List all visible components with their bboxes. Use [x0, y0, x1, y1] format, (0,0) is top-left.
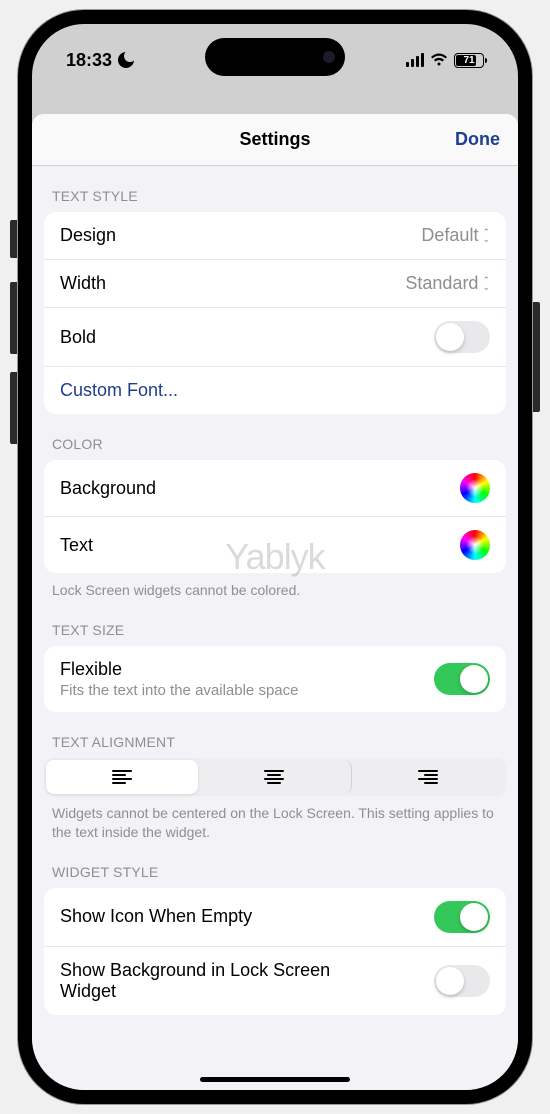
settings-sheet: Settings Done TEXT STYLE Design Default⌃…	[32, 114, 518, 1090]
design-label: Design	[60, 225, 116, 246]
row-flexible: Flexible Fits the text into the availabl…	[44, 646, 506, 712]
flexible-sublabel: Fits the text into the available space	[60, 682, 434, 699]
phone-frame: 18:33 71 Settings Done TEXT STYLE Design…	[18, 10, 532, 1104]
show-icon-toggle[interactable]	[434, 901, 490, 933]
row-bold: Bold	[44, 308, 506, 367]
custom-font-link: Custom Font...	[60, 380, 178, 401]
bold-label: Bold	[60, 327, 96, 348]
color-footer: Lock Screen widgets cannot be colored.	[32, 573, 518, 600]
row-text-color[interactable]: Text	[44, 517, 506, 573]
row-show-bg: Show Background in Lock Screen Widget	[44, 947, 506, 1015]
battery-icon: 71	[454, 53, 484, 68]
color-wheel-icon	[460, 473, 490, 503]
alignment-footer: Widgets cannot be centered on the Lock S…	[32, 796, 518, 842]
chevron-updown-icon: ⌃⌄	[482, 229, 490, 243]
align-left-icon	[112, 770, 132, 784]
group-text-style: Design Default⌃⌄ Width Standard⌃⌄ Bold C…	[44, 212, 506, 414]
align-center-segment[interactable]	[198, 760, 351, 794]
sheet-title: Settings	[239, 129, 310, 150]
width-value: Standard⌃⌄	[405, 273, 490, 294]
chevron-updown-icon: ⌃⌄	[482, 277, 490, 291]
row-design[interactable]: Design Default⌃⌄	[44, 212, 506, 260]
dynamic-island	[205, 38, 345, 76]
section-header-text-size: TEXT SIZE	[32, 600, 518, 646]
home-indicator[interactable]	[200, 1077, 350, 1082]
status-time: 18:33	[66, 50, 112, 71]
design-value: Default⌃⌄	[421, 225, 490, 246]
align-right-segment[interactable]	[352, 760, 504, 794]
show-bg-toggle[interactable]	[434, 965, 490, 997]
alignment-segmented	[44, 758, 506, 796]
flexible-toggle[interactable]	[434, 663, 490, 695]
background-color-label: Background	[60, 478, 156, 499]
settings-content[interactable]: TEXT STYLE Design Default⌃⌄ Width Standa…	[32, 166, 518, 1090]
align-left-segment[interactable]	[46, 760, 198, 794]
color-wheel-icon	[460, 530, 490, 560]
group-color: Background Text	[44, 460, 506, 573]
bold-toggle[interactable]	[434, 321, 490, 353]
cellular-icon	[406, 53, 424, 67]
section-header-alignment: TEXT ALIGNMENT	[32, 712, 518, 758]
screen: 18:33 71 Settings Done TEXT STYLE Design…	[32, 24, 518, 1090]
row-width[interactable]: Width Standard⌃⌄	[44, 260, 506, 308]
align-right-icon	[418, 770, 438, 784]
section-header-text-style: TEXT STYLE	[32, 166, 518, 212]
wifi-icon	[430, 53, 448, 67]
sheet-header: Settings Done	[32, 114, 518, 166]
group-widget-style: Show Icon When Empty Show Background in …	[44, 888, 506, 1015]
row-background-color[interactable]: Background	[44, 460, 506, 517]
row-custom-font[interactable]: Custom Font...	[44, 367, 506, 414]
section-header-widget-style: WIDGET STYLE	[32, 842, 518, 888]
align-center-icon	[264, 770, 284, 784]
dnd-moon-icon	[118, 52, 134, 68]
done-button[interactable]: Done	[455, 129, 500, 150]
flexible-label: Flexible	[60, 659, 434, 680]
width-label: Width	[60, 273, 106, 294]
row-show-icon: Show Icon When Empty	[44, 888, 506, 947]
group-text-size: Flexible Fits the text into the availabl…	[44, 646, 506, 712]
text-color-label: Text	[60, 535, 93, 556]
show-icon-label: Show Icon When Empty	[60, 906, 252, 927]
section-header-color: COLOR	[32, 414, 518, 460]
show-bg-label: Show Background in Lock Screen Widget	[60, 960, 360, 1002]
